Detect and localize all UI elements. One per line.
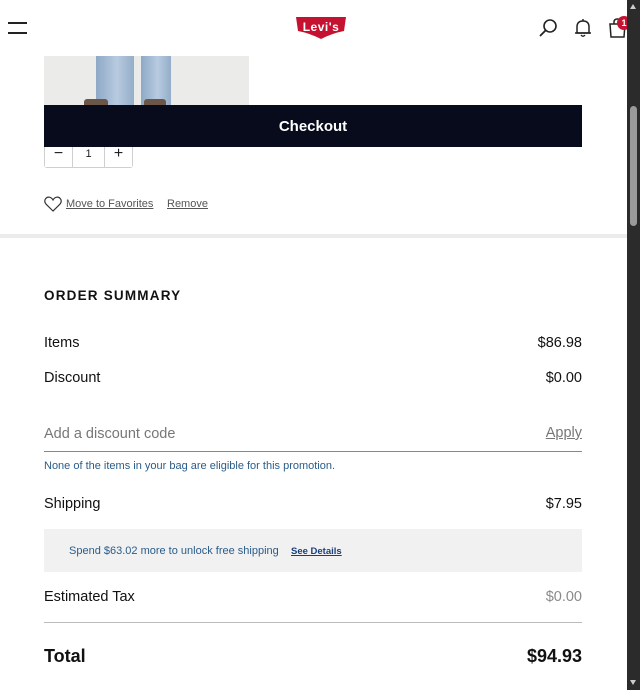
shipping-value: $7.95 xyxy=(545,496,582,512)
menu-line xyxy=(8,22,27,24)
promotion-ineligible-message: None of the items in your bag are eligib… xyxy=(44,460,336,472)
product-image[interactable] xyxy=(44,56,249,106)
hamburger-menu-icon[interactable] xyxy=(8,20,28,36)
search-icon[interactable] xyxy=(537,16,561,40)
page-scrollbar[interactable] xyxy=(627,0,640,690)
levis-logo[interactable]: Levi's xyxy=(295,16,347,40)
order-summary-title: ORDER SUMMARY xyxy=(44,288,182,303)
items-label: Items xyxy=(44,335,80,351)
move-to-favorites-link[interactable]: Move to Favorites xyxy=(66,198,153,210)
discount-code-input[interactable] xyxy=(44,422,524,446)
free-shipping-banner: Spend $63.02 more to unlock free shippin… xyxy=(44,529,582,572)
bell-icon[interactable] xyxy=(571,16,595,40)
site-header: Levi's 1 xyxy=(0,0,631,56)
total-value: $94.93 xyxy=(526,646,582,666)
apply-discount-button[interactable]: Apply xyxy=(546,425,582,441)
remove-item-link[interactable]: Remove xyxy=(167,198,208,210)
heart-icon[interactable] xyxy=(44,196,62,212)
estimated-tax-value: $0.00 xyxy=(545,589,582,605)
total-label: Total xyxy=(44,646,86,666)
discount-input-underline xyxy=(44,451,582,452)
see-details-link[interactable]: See Details xyxy=(291,546,342,557)
scroll-down-arrow-icon[interactable] xyxy=(630,680,636,685)
free-shipping-message: Spend $63.02 more to unlock free shippin… xyxy=(69,545,279,557)
logo-text: Levi's xyxy=(302,20,340,34)
scrollbar-thumb[interactable] xyxy=(630,106,637,226)
scroll-up-arrow-icon[interactable] xyxy=(630,4,636,9)
section-divider xyxy=(0,234,627,238)
quantity-value: 1 xyxy=(85,148,92,160)
items-value: $86.98 xyxy=(537,335,582,351)
menu-line xyxy=(8,32,27,34)
shipping-label: Shipping xyxy=(44,496,101,512)
estimated-tax-label: Estimated Tax xyxy=(44,589,135,605)
discount-label: Discount xyxy=(44,370,101,386)
total-divider xyxy=(44,622,582,623)
checkout-button[interactable]: Checkout xyxy=(44,105,582,147)
discount-value: $0.00 xyxy=(545,370,582,386)
